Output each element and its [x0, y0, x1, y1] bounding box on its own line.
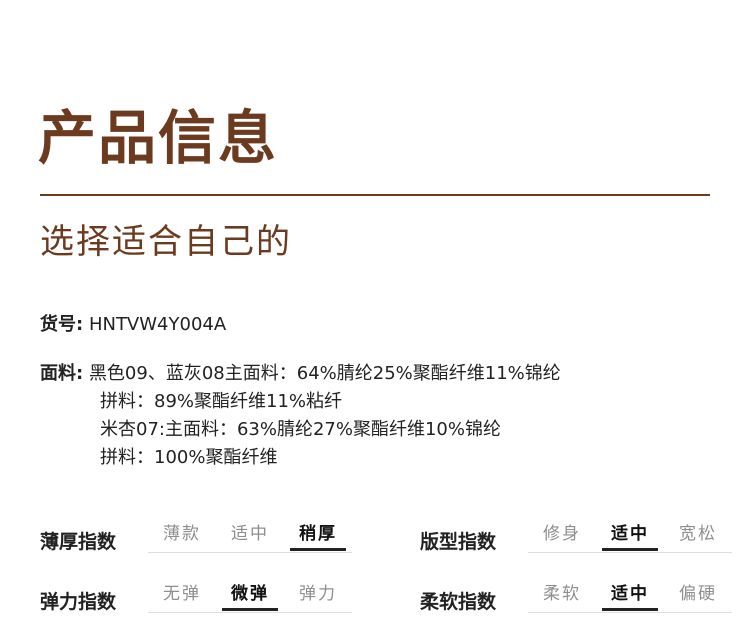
option-stretch: 弹力	[299, 584, 337, 604]
option-thin: 薄款	[163, 524, 201, 544]
fabric-line-2: 拼料：89%聚酯纤维11%粘纤	[100, 391, 343, 412]
fabric-text: 黑色09、蓝灰08主面料：64%腈纶25%聚酯纤维11%锦纶	[88, 363, 561, 384]
metric-label: 版型指数	[420, 531, 497, 553]
option-loose: 宽松	[679, 524, 717, 544]
fabric-line-1: 面料: 黑色09、蓝灰08主面料：64%腈纶25%聚酯纤维11%锦纶	[40, 361, 561, 387]
fabric-line-3: 米杏07:主面料：63%腈纶27%聚酯纤维10%锦纶	[100, 419, 501, 440]
option-slim: 修身	[543, 524, 581, 544]
sku-label: 货号:	[40, 314, 84, 335]
metric-label: 薄厚指数	[40, 531, 117, 553]
metric-options: 薄款 适中 稍厚	[148, 520, 352, 553]
option-stiff: 偏硬	[679, 584, 717, 604]
option-medium-selected: 适中	[602, 580, 658, 611]
option-soft: 柔软	[543, 584, 581, 604]
metric-label: 弹力指数	[40, 591, 117, 613]
page-title: 产品信息	[38, 104, 279, 172]
title-divider	[40, 194, 710, 196]
option-slight-stretch-selected: 微弹	[222, 580, 278, 611]
fabric-line-4: 拼料：100%聚酯纤维	[100, 447, 278, 468]
option-thick-selected: 稍厚	[290, 520, 346, 551]
sku-line: 货号: HNTVW4Y004A	[40, 312, 226, 338]
option-regular-selected: 适中	[602, 520, 658, 551]
metric-options: 修身 适中 宽松	[528, 520, 732, 553]
metric-label: 柔软指数	[420, 591, 497, 613]
metric-options: 柔软 适中 偏硬	[528, 580, 732, 613]
option-medium: 适中	[231, 524, 269, 544]
option-no-stretch: 无弹	[163, 584, 201, 604]
sku-value: HNTVW4Y004A	[88, 314, 227, 335]
page-subtitle: 选择适合自己的	[40, 222, 292, 262]
metric-options: 无弹 微弹 弹力	[148, 580, 352, 613]
fabric-label: 面料:	[40, 363, 84, 384]
